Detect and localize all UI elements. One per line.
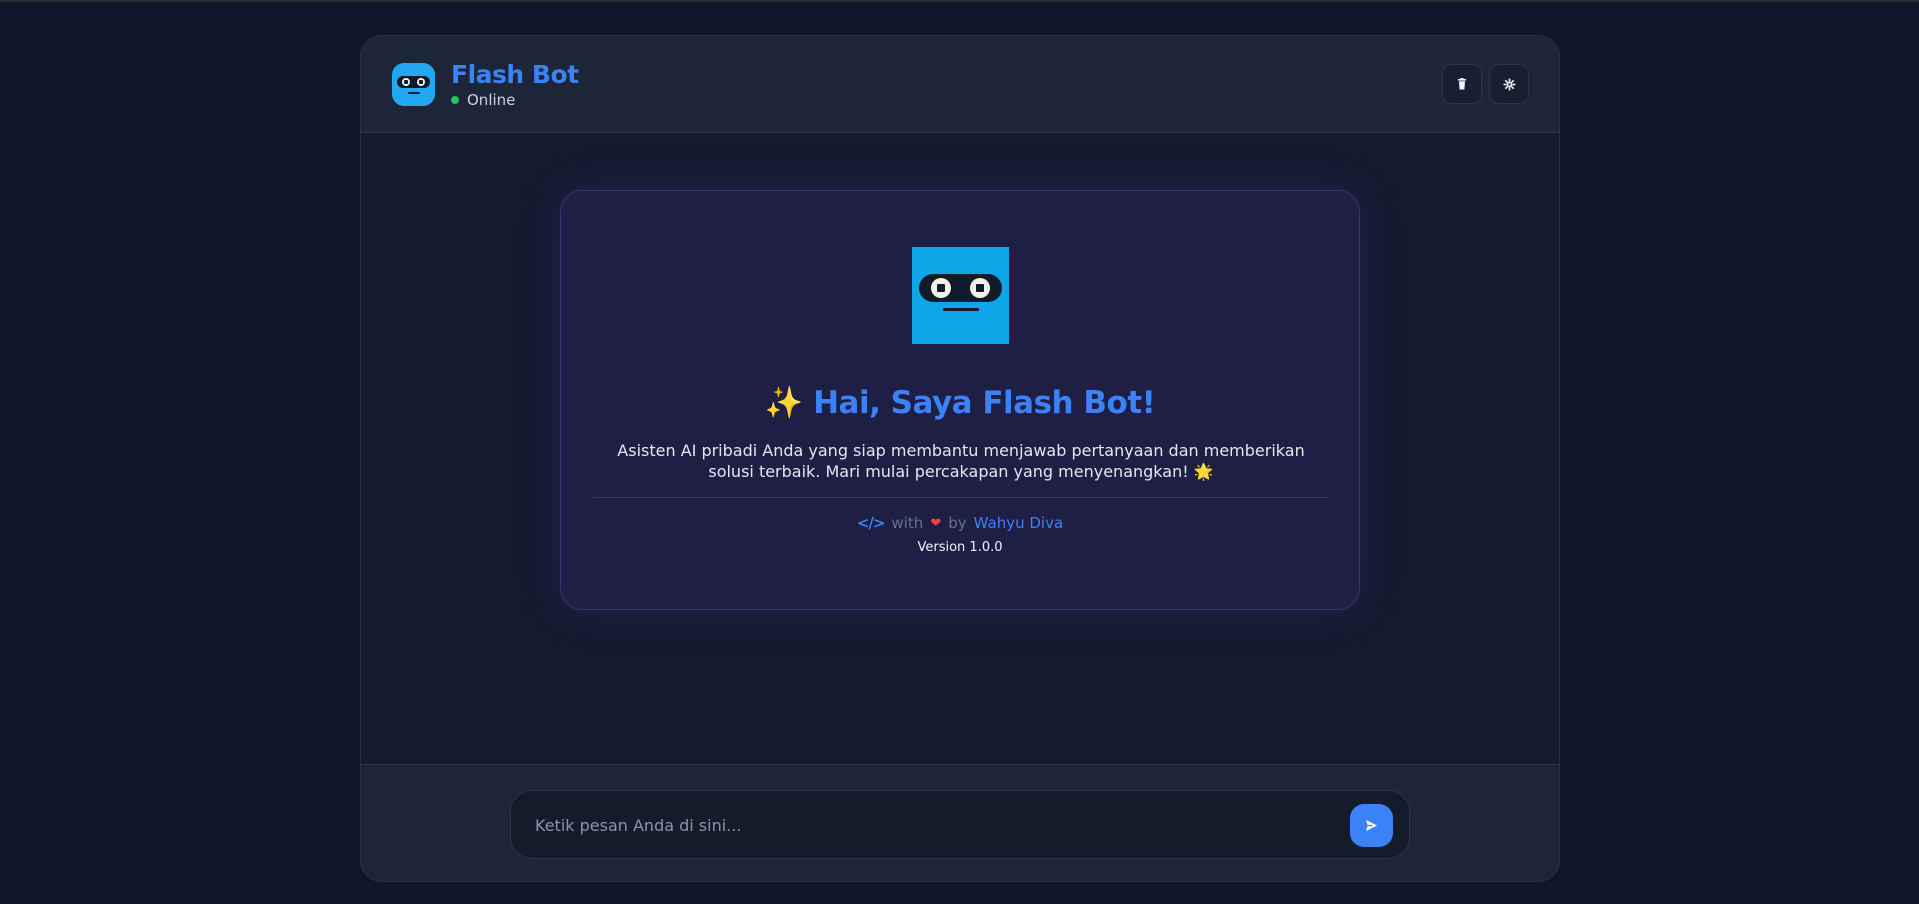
gear-icon [1503,78,1515,90]
heart-icon: ❤ [930,515,942,531]
card-divider [593,497,1329,498]
logo-eye-right [970,278,990,298]
logo-eye-left [931,278,951,298]
trash-icon [1458,78,1466,90]
version-label: Version 1.0.0 [917,540,1003,555]
chat-header: Flash Bot Online [361,36,1559,133]
logo-visor [919,274,1002,302]
welcome-title: ✨ Hai, Saya Flash Bot! [764,385,1156,421]
settings-button[interactable] [1489,64,1529,104]
bot-name: Flash Bot [451,60,579,89]
credit-line: </> with ❤ by Wahyu Diva [561,514,1359,532]
credit-with: with [891,514,924,532]
online-dot-icon [451,96,459,104]
bot-avatar-icon [392,63,435,106]
send-button[interactable] [1350,804,1393,847]
avatar-eye-right [417,78,425,86]
status-label: Online [467,91,516,109]
credit-by: by [948,514,967,532]
send-icon [1365,819,1378,832]
message-input-wrapper [510,790,1410,859]
chat-messages-area[interactable]: ✨ Hai, Saya Flash Bot! Asisten AI pribad… [361,133,1559,764]
message-input[interactable] [535,805,1315,845]
code-icon: </> [856,514,886,532]
composer-bar [361,764,1559,881]
avatar-eye-left [402,78,410,86]
bot-status: Online [451,91,515,109]
clear-chat-button[interactable] [1442,64,1482,104]
logo-mouth [943,308,979,311]
bot-logo-icon [912,247,1009,344]
chat-app: Flash Bot Online ✨ Hai, Saya Flash Bot! … [360,35,1560,882]
avatar-mouth [408,92,420,94]
author-link[interactable]: Wahyu Diva [974,514,1064,532]
window-top-border [0,0,1919,2]
welcome-description: Asisten AI pribadi Anda yang siap memban… [617,441,1305,481]
welcome-card: ✨ Hai, Saya Flash Bot! Asisten AI pribad… [560,190,1360,610]
avatar-visor [397,76,430,88]
